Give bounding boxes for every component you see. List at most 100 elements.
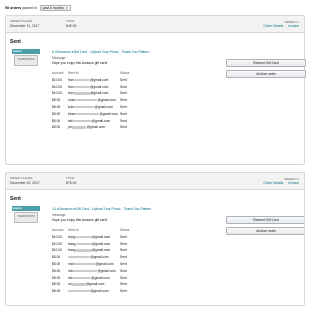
invoice-link[interactable]: Invoice — [288, 24, 299, 28]
table-row: $5.00 krim @gmail.com Sent — [52, 105, 172, 112]
order-links: Order Details | Invoice — [263, 181, 299, 185]
recipient-status: Sent — [120, 289, 127, 294]
archive-order-button[interactable]: Archive order — [226, 70, 306, 78]
table-row: $5.00 chan @gmail.com Sent — [52, 98, 172, 105]
recipient-email-domain: @gmail.com — [91, 275, 110, 280]
amazon-smile-icon: ⌣ — [15, 66, 17, 70]
order-placed-label: ORDER PLACED — [10, 176, 33, 180]
link-divider: | — [285, 24, 287, 28]
redacted-text — [72, 276, 91, 279]
gift-card-thumbnail[interactable]: amazon YOUR PHOTO ⌣ — [12, 206, 40, 227]
recipient-email-domain: @gmail.com — [89, 84, 109, 89]
order-total-value: $45.00 — [66, 24, 77, 28]
redacted-text — [75, 112, 100, 115]
recipient-email-domain: @gmail.com — [97, 268, 116, 273]
item-title-link[interactable]: 8 of Amazon eGift Card - Upload Your Pho… — [52, 50, 149, 54]
recipient-email: beac @gmail.com — [68, 112, 118, 116]
recipient-amount: $5.00 — [52, 118, 61, 123]
recipient-email-prefix: chan — [68, 98, 76, 103]
order-number: ORDER # 1 — [284, 176, 299, 181]
recipient-email: eliz @gmail.com — [68, 276, 110, 280]
recipient-email-prefix: fran — [68, 77, 74, 82]
recipient-email-domain: @gmail.com — [94, 104, 113, 109]
recipient-amount: $10.00 — [52, 91, 63, 96]
item-title-link[interactable]: 14 of Amazon eGift Card - Upload Your Ph… — [52, 207, 151, 211]
message-label: Message: — [52, 213, 67, 217]
recipient-email: joh @gmail.com — [68, 125, 105, 129]
recipient-status: Sent — [120, 118, 127, 123]
recipient-status: Sent — [120, 125, 127, 130]
sent-to-header: Sent to — [68, 228, 79, 232]
recipient-amount: $10.00 — [52, 241, 63, 246]
orders-filter-bar: 95 orders placed in past 6 months ▼ — [5, 3, 71, 13]
photo-placeholder: YOUR PHOTO — [14, 212, 38, 223]
redacted-text — [74, 263, 95, 266]
photo-placeholder: YOUR PHOTO — [14, 55, 38, 66]
gift-card-thumbnail[interactable]: amazon YOUR PHOTO ⌣ — [12, 49, 40, 70]
table-row: $10.00 frang @gmail.com Sent — [52, 242, 172, 249]
time-period-dropdown[interactable]: past 6 months ▼ — [39, 4, 71, 12]
recipient-amount: $5.00 — [52, 289, 61, 294]
table-row: $10.00 fran @gmail.com Sent — [52, 85, 172, 92]
recipient-email-domain: @gmail.com — [90, 255, 109, 260]
recipient-email: fran @gmail.com — [68, 85, 108, 89]
recipient-email: krim @gmail.com — [68, 105, 113, 109]
amazon-logo: amazon — [12, 49, 40, 54]
order-number: ORDER # 1 — [284, 19, 299, 24]
table-row: $5.00 mich @gmail.com Sent — [52, 262, 172, 269]
recipient-status: Sent — [120, 241, 127, 246]
recipient-status: Sent — [120, 248, 127, 253]
resend-gift-card-button[interactable]: Resend Gift Card — [226, 216, 304, 224]
recipient-email: frang @gmail.com — [68, 242, 110, 246]
amount-header: Amount — [52, 228, 64, 232]
archive-order-button[interactable]: Archive order — [226, 227, 304, 235]
redacted-text — [71, 283, 86, 286]
recipient-amount: $5.00 — [52, 255, 61, 260]
recipient-email-domain: @gmail.com — [86, 125, 106, 130]
amazon-smile-icon: ⌣ — [15, 223, 17, 227]
recipient-email: @gmail.com — [68, 255, 109, 259]
recipient-amount: $5.00 — [52, 125, 61, 130]
order-header: ORDER PLACED December 11, 2017 TOTAL $45… — [6, 16, 304, 33]
table-row: $5.00 @gmail.com Sent — [52, 255, 172, 262]
chevron-down-icon: ▼ — [65, 6, 68, 10]
table-row: $5.00 eliz @gmail.com Sent — [52, 276, 172, 283]
recipient-email-domain: @gmail.com — [91, 234, 111, 239]
recipient-amount: $5.00 — [52, 261, 61, 266]
redacted-text — [74, 106, 95, 109]
table-row: $5.00 alrh @gmail.com Sent — [52, 119, 172, 126]
recipient-email-domain: @gmail.com — [89, 77, 109, 82]
recipient-email: alrh @gmail.com — [68, 119, 110, 123]
recipient-amount: $5.00 — [52, 275, 61, 280]
recipient-amount: $10.00 — [52, 234, 63, 239]
recipient-email: fran @gmail.com — [68, 91, 108, 95]
redacted-text — [68, 290, 90, 293]
recipient-email: chan @gmail.com — [68, 98, 116, 102]
redacted-text — [73, 269, 98, 272]
message-label: Message: — [52, 56, 67, 60]
table-row: $10.00 fran @gmail.com Sent — [52, 91, 172, 98]
recipient-email-domain: @gmail.com — [89, 91, 109, 96]
order-placed-date: December 10, 2017 — [10, 181, 40, 185]
table-header-row: Amount Sent to Status — [52, 228, 172, 235]
link-divider: | — [285, 181, 287, 185]
recipient-email-prefix: frang — [68, 248, 76, 253]
recipient-email: frang @gmail.com — [68, 248, 110, 252]
recipients-table: Amount Sent to Status $10.00 frang @gmail.… — [52, 228, 172, 296]
recipient-email: ari @gmail.com — [68, 282, 104, 286]
invoice-link[interactable]: Invoice — [288, 181, 299, 185]
recipient-status: Sent — [120, 282, 127, 287]
recipient-email-prefix: frang — [68, 234, 76, 239]
table-row: $5.00 ari @gmail.com Sent — [52, 282, 172, 289]
recipient-email-domain: @gmail.com — [97, 98, 116, 103]
order-card: ORDER PLACED December 11, 2017 TOTAL $45… — [5, 15, 306, 165]
order-details-link[interactable]: Order Details — [263, 24, 283, 28]
recipient-amount: $10.00 — [52, 84, 63, 89]
order-details-link[interactable]: Order Details — [263, 181, 283, 185]
order-total-value: $75.00 — [66, 181, 77, 185]
redacted-text — [73, 78, 90, 82]
recipient-email-prefix: alrh — [68, 118, 74, 123]
recipient-email-domain: @gmail.com — [91, 241, 111, 246]
table-row: $10.00 frang @gmail.com Sent — [52, 235, 172, 242]
resend-gift-card-button[interactable]: Resend Gift Card — [226, 59, 306, 67]
